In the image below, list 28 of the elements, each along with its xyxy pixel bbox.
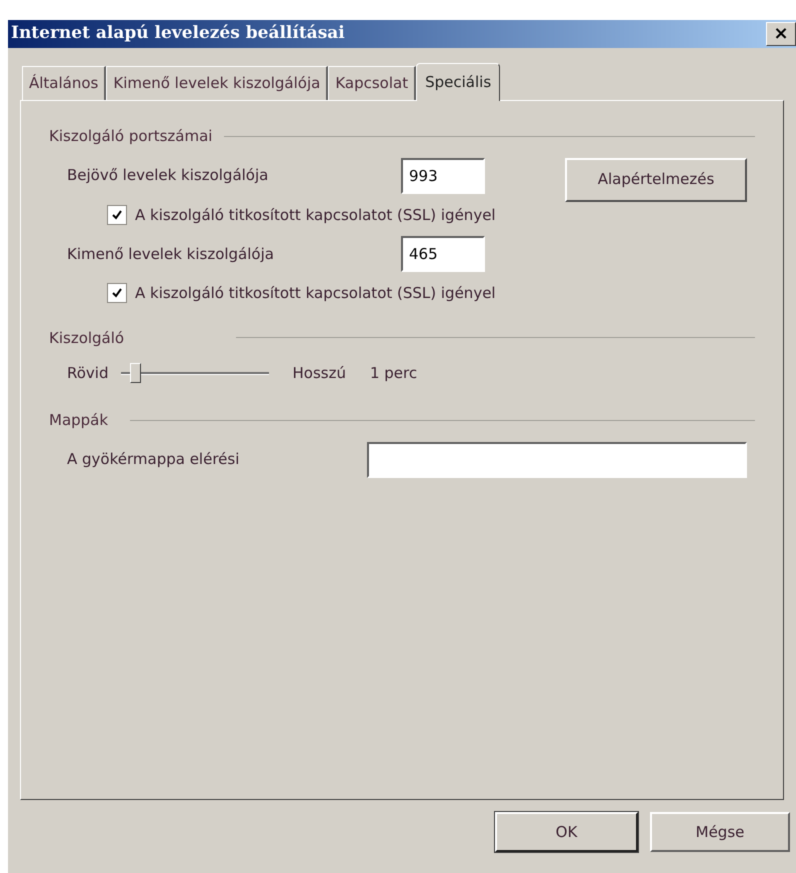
field-label: Kimenő levelek kiszolgálója bbox=[66, 244, 275, 265]
checkbox[interactable] bbox=[107, 283, 127, 304]
root-folder-field[interactable] bbox=[367, 442, 747, 478]
slider-thumb[interactable] bbox=[130, 363, 142, 383]
group-title: Mappák bbox=[49, 410, 108, 431]
tab[interactable]: Kimenő levelek kiszolgálója bbox=[106, 66, 328, 100]
window-title: Internet alapú levelezés beállításai bbox=[11, 22, 345, 46]
port-field[interactable]: 993 bbox=[401, 158, 485, 194]
tab[interactable]: Általános bbox=[22, 66, 106, 100]
dialog-button[interactable]: OK bbox=[495, 812, 638, 852]
slider-max-label: Hosszú bbox=[292, 362, 346, 384]
checkbox-label: A kiszolgáló titkosított kapcsolatot (SSL) igényel bbox=[135, 283, 496, 304]
checkbox[interactable] bbox=[107, 204, 127, 225]
default-button[interactable]: Alapértelmezés bbox=[565, 158, 747, 202]
checkbox-label: A kiszolgáló titkosított kapcsolatot (SSL) igényel bbox=[135, 204, 496, 226]
slider-min-label: Rövid bbox=[67, 362, 108, 384]
group-title: Kiszolgáló portszámai bbox=[49, 126, 212, 147]
tab[interactable]: Kapcsolat bbox=[328, 66, 416, 100]
check-icon bbox=[111, 287, 123, 300]
port-field[interactable]: 465 bbox=[401, 236, 485, 272]
check-icon bbox=[111, 208, 123, 221]
field-label: A gyökérmappa elérési bbox=[67, 449, 240, 470]
tab[interactable]: Speciális bbox=[416, 63, 500, 101]
dialog-button[interactable]: Mégse bbox=[650, 812, 790, 852]
close-button[interactable]: × bbox=[766, 22, 796, 46]
field-label: Bejövő levelek kiszolgálója bbox=[66, 165, 270, 186]
group-title: Kiszolgáló bbox=[49, 328, 124, 348]
slider-reading: 1 perc bbox=[370, 362, 418, 384]
